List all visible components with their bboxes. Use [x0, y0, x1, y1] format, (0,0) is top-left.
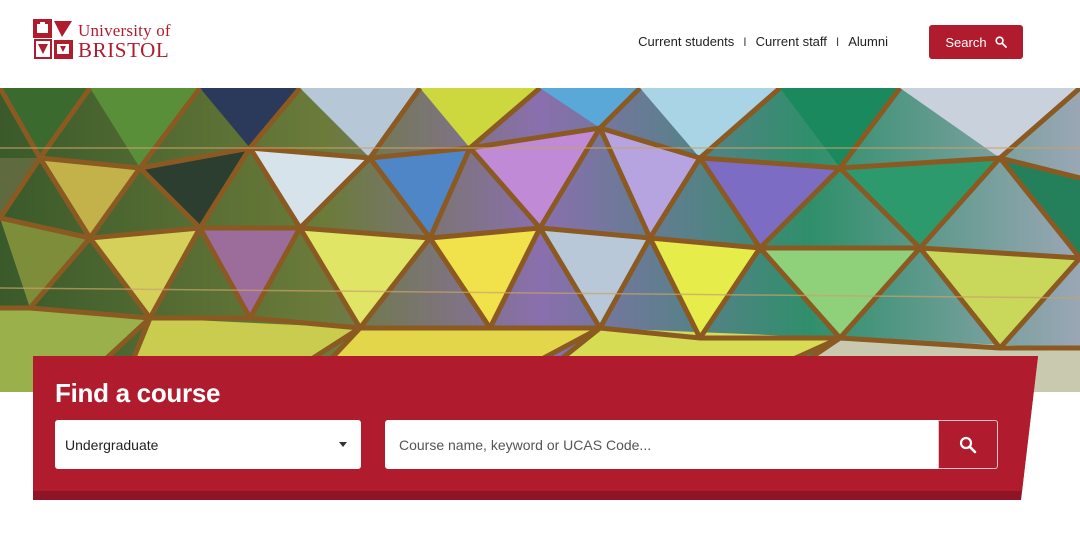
stained-glass-dome-image: [0, 88, 1080, 392]
current-students-link[interactable]: Current students: [638, 34, 734, 49]
search-icon: [959, 436, 977, 453]
search-icon: [994, 36, 1007, 48]
find-a-course-heading: Find a course: [55, 378, 221, 408]
course-search-submit-button[interactable]: [938, 420, 998, 469]
study-level-select[interactable]: Undergraduate: [55, 420, 361, 469]
current-staff-link[interactable]: Current staff: [756, 34, 827, 49]
alumni-link[interactable]: Alumni: [848, 34, 888, 49]
logo-wordmark: University of BRISTOL: [78, 18, 171, 61]
university-crest-icon: [33, 19, 73, 59]
course-search-input[interactable]: [385, 420, 939, 469]
logo-line-2: BRISTOL: [78, 38, 170, 62]
audience-links: Current students I Current staff I Alumn…: [638, 34, 888, 49]
link-separator: I: [835, 34, 840, 49]
university-logo[interactable]: University of BRISTOL: [32, 18, 171, 61]
search-button-label: Search: [945, 34, 987, 50]
header-search-button[interactable]: Search: [929, 25, 1023, 59]
hero-image: [0, 88, 1080, 392]
link-separator: I: [743, 34, 747, 49]
caret-down-icon: [339, 442, 347, 447]
site-header: University of BRISTOL Current students I…: [0, 0, 1080, 88]
logo-line-1: University of: [78, 21, 171, 40]
course-finder-panel: Find a course Undergraduate: [33, 356, 1038, 500]
study-level-value: Undergraduate: [65, 436, 159, 453]
